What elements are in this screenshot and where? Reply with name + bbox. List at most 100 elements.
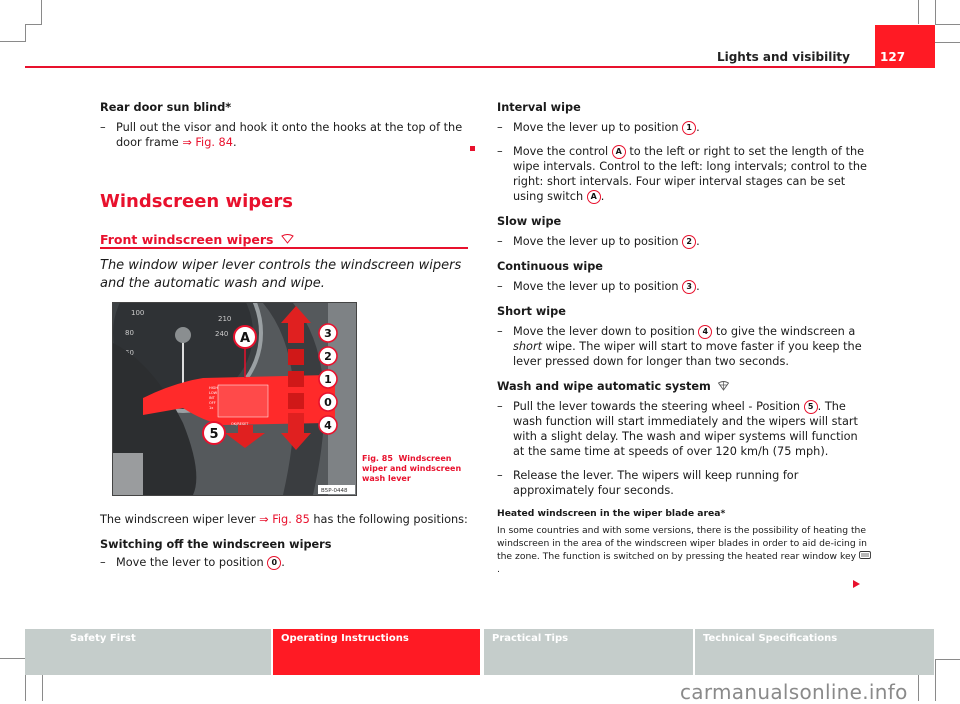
figure-link[interactable]: ⇒ Fig. 84: [182, 136, 233, 149]
positions-section: The windscreen wiper lever ⇒ Fig. 85 has…: [100, 512, 470, 570]
step-text: Pull out the visor and hook it onto the …: [116, 121, 463, 149]
punct: .: [281, 556, 285, 569]
dash: –: [100, 556, 106, 569]
list-item: – Move the lever up to position 2.: [497, 235, 700, 249]
list-item: – Pull out the visor and hook it onto th…: [100, 120, 470, 150]
figure-label: Fig. 85: [362, 454, 393, 463]
position-badge: 5: [803, 400, 818, 414]
header-rule: [25, 66, 935, 68]
callout-2: 2: [324, 350, 332, 363]
figure-link[interactable]: ⇒ Fig. 85: [259, 513, 310, 526]
dash: –: [497, 145, 503, 158]
callout-1: 1: [324, 373, 332, 386]
lever-label: LOW: [209, 391, 218, 395]
lever-label: INT: [209, 396, 216, 400]
figure-caption: Fig. 85 Windscreen wiper and windscreen …: [362, 454, 472, 484]
subsection-title: Front windscreen wipers: [100, 232, 274, 247]
position-badge: 3: [682, 280, 697, 294]
subheading: Switching off the windscreen wipers: [100, 538, 332, 551]
callout-3: 3: [324, 327, 332, 340]
crop-mark: [25, 675, 43, 701]
text: has the following positions:: [309, 513, 468, 526]
list-item: – Pull the lever towards the steering wh…: [497, 399, 872, 459]
subheading-text: Wash and wipe automatic system: [497, 380, 711, 393]
paragraph: In some countries and with some versions…: [497, 524, 872, 576]
dash: –: [497, 235, 503, 248]
speedo-tick: 100: [131, 309, 144, 317]
crop-mark: [0, 658, 26, 676]
intro-text: The window wiper lever controls the wind…: [100, 258, 462, 291]
footer-tab-label: Safety First: [70, 633, 136, 644]
crop-mark: [0, 24, 26, 42]
subheading: Heated windscreen in the wiper blade are…: [497, 508, 726, 519]
crop-mark: [25, 0, 42, 25]
control-badge: A: [586, 190, 601, 204]
section-title: Lights and visibility: [716, 50, 850, 64]
footer-tab-operating-instructions[interactable]: Operating Instructions: [273, 629, 480, 675]
step-text: Release the lever. The wipers will keep …: [513, 469, 799, 497]
image-code: B5P-0448: [321, 488, 348, 494]
section-heading: Windscreen wipers: [100, 191, 293, 212]
positions-text: The windscreen wiper lever ⇒ Fig. 85 has…: [100, 512, 470, 527]
step-text: Move the control: [513, 145, 612, 158]
lever-label: 1x: [209, 406, 213, 410]
emphasis: short: [513, 340, 543, 353]
list-item: – Move the lever up to position 3.: [497, 280, 700, 294]
right-column: Interval wipe – Move the lever up to pos…: [497, 100, 872, 576]
control-badge: A: [611, 145, 626, 159]
subheading: Wash and wipe automatic system: [497, 379, 872, 394]
list-item: – Release the lever. The wipers will kee…: [497, 468, 872, 498]
wiper-lever-illustration: 100 80 60 40 20 210 240 HIGH LOW INT OFF…: [113, 303, 356, 495]
continued-arrow-icon: [853, 580, 860, 588]
step-text: Move the lever down to position: [513, 325, 699, 338]
sun-blind-section: Rear door sun blind* – Pull out the viso…: [100, 100, 470, 150]
footer-tab-label: Technical Specifications: [703, 633, 838, 644]
wash-wipe-icon: [717, 381, 729, 391]
paragraph-text: In some countries and with some versions…: [497, 525, 867, 562]
step-text: wipe. The wiper will start to move faste…: [513, 340, 862, 368]
list-item: – Move the control A to the left or righ…: [497, 145, 867, 204]
footer-tab-label: Operating Instructions: [281, 633, 409, 644]
footer-tab-practical-tips[interactable]: Practical Tips: [484, 629, 693, 675]
step-text: Move the lever to position: [116, 556, 268, 569]
heated-rear-window-icon: [859, 551, 871, 559]
subheading: Interval wipe: [497, 101, 581, 114]
list-item: – Move the lever down to position 4 to g…: [497, 324, 872, 369]
subsection-rule: [100, 247, 468, 249]
wiper-icon: [281, 234, 294, 244]
subheading: Continuous wipe: [497, 260, 603, 273]
crop-mark: [918, 675, 936, 701]
callout-A: A: [240, 331, 250, 346]
subsection-heading: Front windscreen wipers: [100, 232, 294, 247]
speedo-tick: 210: [218, 315, 231, 323]
speedo-tick: 240: [215, 330, 228, 338]
speedo-tick: 80: [125, 329, 134, 337]
step-text: to give the windscreen a: [712, 325, 856, 338]
step-text: Move the lever up to position: [513, 235, 683, 248]
watermark: carmanualsonline.info: [680, 680, 908, 704]
position-badge: 1: [682, 121, 697, 135]
callout-0: 0: [324, 396, 332, 409]
footer-tab-technical-specifications[interactable]: Technical Specifications: [695, 629, 934, 675]
footer-tab-safety-first[interactable]: Safety First: [25, 629, 271, 675]
figure-85-image: 100 80 60 40 20 210 240 HIGH LOW INT OFF…: [112, 302, 357, 496]
step-text: Pull the lever towards the steering whee…: [513, 400, 804, 413]
lever-label: HIGH: [209, 386, 218, 390]
position-badge: 0: [267, 556, 282, 570]
crop-mark: [918, 0, 936, 24]
callout-5: 5: [209, 427, 218, 442]
position-badge: 2: [682, 235, 697, 249]
dash: –: [497, 280, 503, 293]
footer-tab-label: Practical Tips: [492, 633, 569, 644]
dash: –: [497, 121, 503, 134]
punct: .: [232, 136, 237, 149]
dash: –: [497, 325, 503, 338]
dash: –: [497, 400, 503, 413]
list-item: – Move the lever to position 0.: [100, 555, 470, 570]
step-text: Move the lever up to position: [513, 280, 683, 293]
position-badge: 4: [698, 325, 713, 339]
callout-4: 4: [324, 419, 332, 432]
subheading: Short wipe: [497, 305, 566, 318]
step-text: Move the lever up to position: [513, 121, 683, 134]
crop-mark: [935, 24, 960, 43]
